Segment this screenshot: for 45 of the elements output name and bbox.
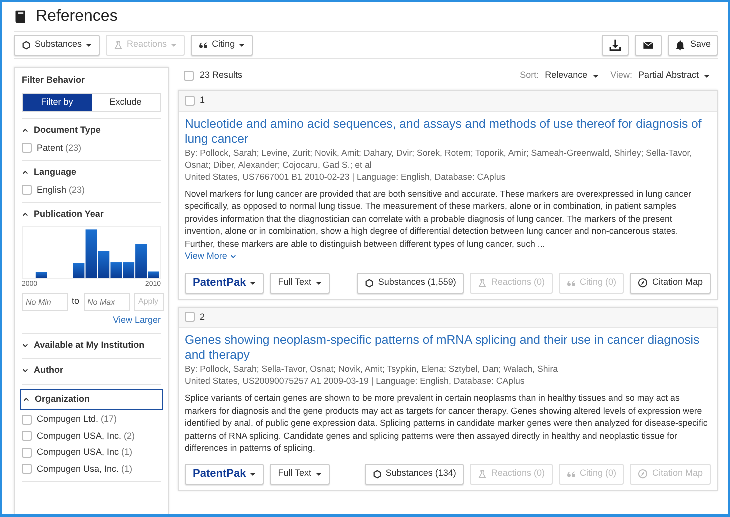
filter-option-label: Compugen USA, Inc (1) — [37, 446, 133, 459]
min-year-field[interactable]: No Min — [22, 293, 68, 311]
substances-button[interactable]: Substances (1,559) — [357, 272, 464, 294]
max-year-field[interactable]: No Max — [84, 293, 130, 311]
patentpak-button[interactable]: PatentPak — [185, 464, 264, 484]
filter-section-header[interactable]: Organization — [20, 388, 163, 410]
filter-section-header[interactable]: Available at My Institution — [22, 338, 161, 353]
substances-button[interactable]: Substances (134) — [364, 464, 464, 484]
abstract-text: Splice variants of certain genes are shown to be more prevalent in certain neoplasms than in healthy tissues and so may act as markers for diagnosis and the gene products may act as targets for cancer therapy. Genes showing altered levels of expression were identified by anal. of public gene expression data. Splicing patterns in candidate marker genes were then analyzed for disease-specific patterns of RNA splicing. Candidate genes and splicing patterns were then assayed directly in healthy and neoplastic tissue for differences in patterns of splicing. — [185, 392, 709, 454]
result-number: 2 — [200, 310, 206, 324]
filter-section-header[interactable]: Publication Year — [22, 207, 161, 222]
filter-option-label: Patent (23) — [37, 142, 82, 155]
filter-section-header[interactable]: Document Type — [22, 123, 161, 138]
authors-text: By: Pollock, Sarah; Levine, Zurit; Novik, Amit; Dahary, Dvir; Sorek, Rotem; Toporik, Amir; Sameah-Greenwald, Shirley; Sella-Tavor, Osnat; Diber, Alexander; Cojocaru, Gad S.; et al — [185, 146, 694, 170]
view-dropdown[interactable]: Partial Abstract — [638, 69, 710, 83]
page-title: References — [36, 6, 118, 26]
substances-menu-button[interactable]: Substances — [14, 34, 100, 56]
result-title-link[interactable]: Nucleotide and amino acid sequences, and assays and methods of use thereof for diagnosis of lung cancer — [185, 116, 711, 146]
dropdown-label: View: — [610, 69, 632, 82]
dropdown-label: Sort: — [520, 69, 540, 82]
sort-dropdown[interactable]: Relevance — [545, 69, 599, 83]
filter-option-label: Compugen USA, Inc. (2) — [37, 430, 136, 443]
abstract-text: Novel markers for lung cancer are provided that are both sensitive and accurate. These markers are overexpressed in lung cancer specifically, as opposed to normal lung tissue. The measurement of these markers, alone or in combination, in patient samples provides information that the diagnostician can correlate with a probable diagnosis of lung cancer. The markers of the present invention, alone or in combination, show a high degree of differential detection between lung cancer and non-cancerous states. Further, these markers are able to distinguish between different types of lung cancer, such ... — [185, 188, 692, 250]
citing-menu-button[interactable]: Citing — [191, 34, 254, 56]
filter-behavior-label: Filter Behavior — [22, 74, 86, 87]
result-title-link[interactable]: Genes showing neoplasm-specific patterns of mRNA splicing and their use in cancer diagnosis and therapy — [185, 333, 711, 363]
filter-option-label: English (23) — [37, 184, 86, 197]
filter-mode-toggle[interactable]: Filter by — [23, 94, 92, 111]
source-text: United States, US7667001 B1 2010-02-23 | Language: English, Database: CAplus — [185, 170, 507, 182]
source-text: United States, US20090075257 A1 2009-03-19 | Language: English, Database: CAplus — [185, 375, 526, 387]
save-alert-button[interactable]: Save — [668, 34, 718, 56]
range-separator: to — [72, 295, 80, 308]
citation-map-button[interactable]: Citation Map — [630, 272, 711, 294]
full-text-button[interactable]: Full Text — [270, 272, 330, 294]
authors-text: By: Pollock, Sarah; Sella-Tavor, Osnat; Novik, Amit; Tsypkin, Elena; Sztybel, Dan; Walach, Shira — [185, 363, 560, 375]
patentpak-button[interactable]: PatentPak — [185, 272, 264, 294]
filter-option-label: Compugen Ltd. (17) — [37, 413, 118, 426]
filter-option-label: Compugen Usa, Inc. (1) — [37, 462, 133, 476]
results-count: 23 Results — [200, 69, 243, 82]
filter-section-header[interactable]: Author — [22, 363, 161, 378]
full-text-button[interactable]: Full Text — [270, 464, 330, 484]
result-number: 1 — [200, 94, 206, 107]
view-larger-link[interactable]: View Larger — [113, 314, 161, 328]
filter-section-header[interactable]: Language — [22, 165, 161, 180]
view-more-link[interactable]: View More — [185, 250, 238, 264]
